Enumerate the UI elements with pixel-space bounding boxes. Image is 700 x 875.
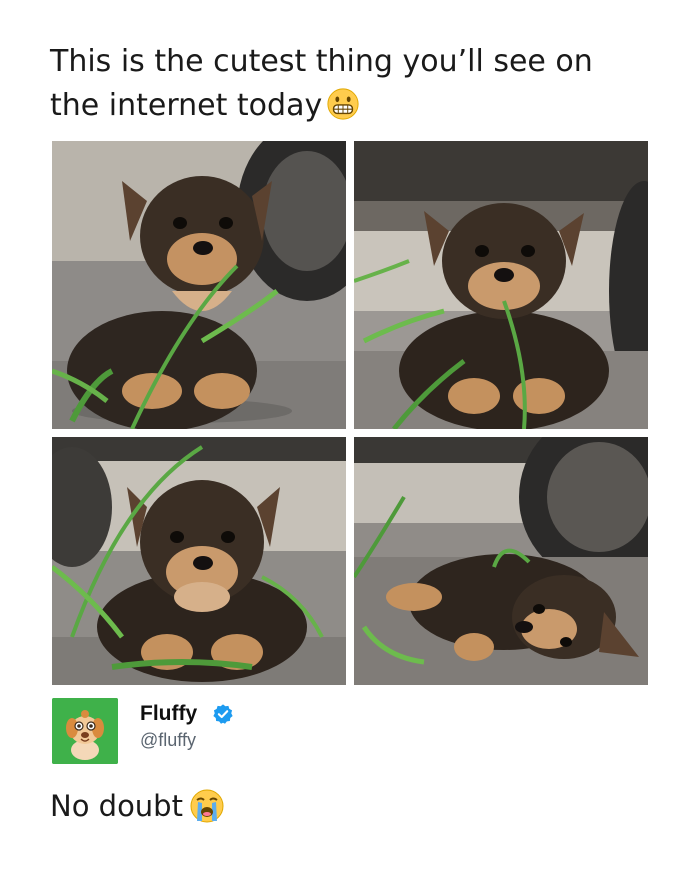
puppy-photo-icon [52, 141, 346, 429]
account-handle[interactable]: @fluffy [140, 730, 196, 751]
puppy-under-car-photo[interactable] [354, 141, 648, 429]
puppy-lying-sideways-photo[interactable] [354, 437, 648, 685]
post-title-line-1: This is the cutest thing you’ll see on [50, 44, 593, 79]
puppy-photo-icon [354, 437, 648, 685]
post-title-line-2-text: the internet today [50, 88, 323, 123]
reply-text: No doubt [50, 788, 225, 824]
loudly-crying-face-emoji-icon [190, 789, 224, 823]
verified-badge-icon [213, 704, 233, 724]
puppy-chewing-grass-photo[interactable] [52, 141, 346, 429]
dog-avatar-icon[interactable] [52, 698, 118, 764]
puppy-looking-up-photo[interactable] [52, 437, 346, 685]
account-name[interactable]: Fluffy [140, 702, 197, 726]
quoted-account-card[interactable]: Fluffy @fluffy [52, 698, 452, 768]
photo-grid [52, 141, 648, 685]
grimacing-face-emoji-icon [327, 88, 359, 120]
post-title-line-2: the internet today [50, 84, 670, 128]
puppy-photo-icon [52, 437, 346, 685]
puppy-photo-icon [354, 141, 648, 429]
post-title: This is the cutest thing you’ll see on t… [50, 40, 670, 128]
reply-text-content: No doubt [50, 789, 183, 823]
